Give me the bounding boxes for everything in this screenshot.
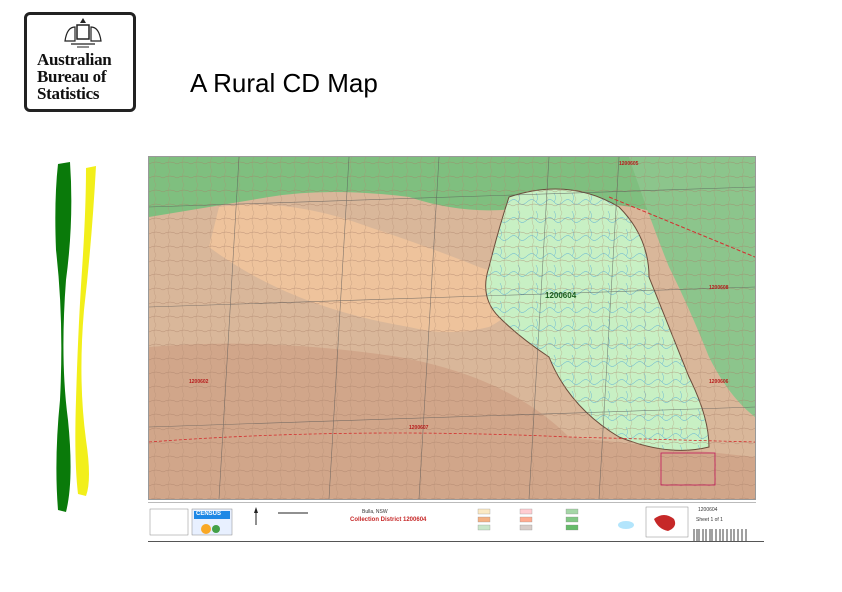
cd-label-neighbour: 1200606	[709, 379, 729, 385]
logo-wordmark: Australian Bureau of Statistics	[37, 50, 112, 103]
census-badge: CENSUS	[196, 511, 222, 517]
legend-cd-code: 1200604	[698, 507, 718, 513]
map-graphic	[148, 156, 756, 500]
abs-logo: Australian Bureau of Statistics	[24, 12, 136, 112]
legend-graphics	[149, 506, 747, 541]
cd-label-neighbour: 1200602	[189, 379, 209, 385]
cd-label-neighbour: 1200607	[409, 425, 429, 431]
legend-place: Bulla, NSW	[362, 509, 388, 515]
legend-district-title: Collection District 1200604	[350, 517, 427, 523]
bottom-divider	[148, 541, 764, 542]
cd-label-main: 1200604	[545, 291, 577, 300]
legend-sheet: Sheet 1 of 1	[696, 517, 723, 523]
map-frame: 1200604 1200605 1200607 1200606 1200602 …	[148, 156, 756, 500]
coat-of-arms-icon	[64, 18, 102, 48]
cd-map: 1200604 1200605 1200607 1200606 1200602 …	[148, 156, 756, 543]
map-legend: CENSUS Bulla, NSW Collection District 12…	[148, 502, 756, 543]
cd-label-neighbour: 1200605	[619, 161, 639, 167]
logo-line-1: Australian	[37, 50, 112, 69]
logo-line-2: Bureau of	[37, 67, 107, 86]
logo-line-3: Statistics	[37, 84, 100, 103]
decorative-stripes	[55, 162, 96, 512]
cd-label-neighbour: 1200608	[709, 285, 729, 291]
slide-title: A Rural CD Map	[190, 68, 378, 98]
